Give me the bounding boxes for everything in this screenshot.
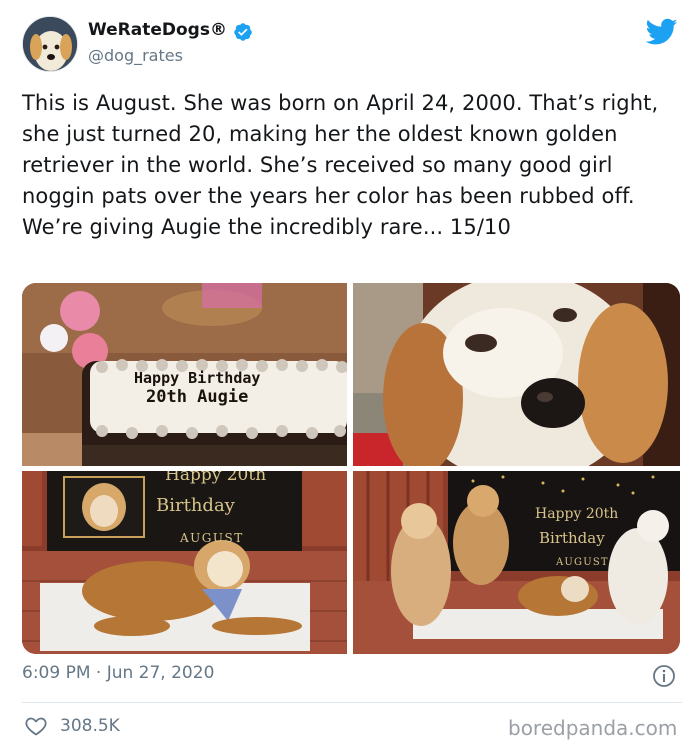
timestamp[interactable]: 6:09 PM · Jun 27, 2020 [22,663,214,683]
banner1-line2: Birthday [156,495,235,516]
author-name[interactable]: WeRateDogs® [88,20,227,40]
watermark: boredpanda.com [508,716,678,740]
author-handle[interactable]: @dog_rates [88,46,183,65]
banner1-line1: Happy 20th [165,471,267,485]
banner1-line3: AUGUST [180,531,244,545]
like-count[interactable]: 308.5K [60,716,120,736]
twitter-bird-icon[interactable] [646,18,678,46]
banner2-line3: AUGUST [556,557,609,568]
heart-icon[interactable] [24,714,48,738]
photo-cake[interactable]: Happy Birthday 20th Augie [22,283,347,466]
banner2-line1: Happy 20th [535,506,619,522]
photo-group-of-dogs[interactable]: Happy 20th Birthday AUGUST [353,471,680,654]
cake-text-line2: 20th Augie [146,387,249,407]
divider [22,702,682,703]
tweet-text: This is August. She was born on April 24… [22,91,659,239]
verified-badge-icon [234,23,252,41]
cake-text-line1: Happy Birthday [134,369,261,387]
avatar[interactable] [22,16,78,72]
info-icon[interactable] [652,664,676,688]
photo-dog-on-towel[interactable]: Happy 20th Birthday AUGUST [22,471,347,654]
tweet-card: WeRateDogs® @dog_rates This is August. S… [0,0,700,755]
banner2-line2: Birthday [539,529,605,547]
photo-dog-closeup[interactable] [353,283,680,466]
